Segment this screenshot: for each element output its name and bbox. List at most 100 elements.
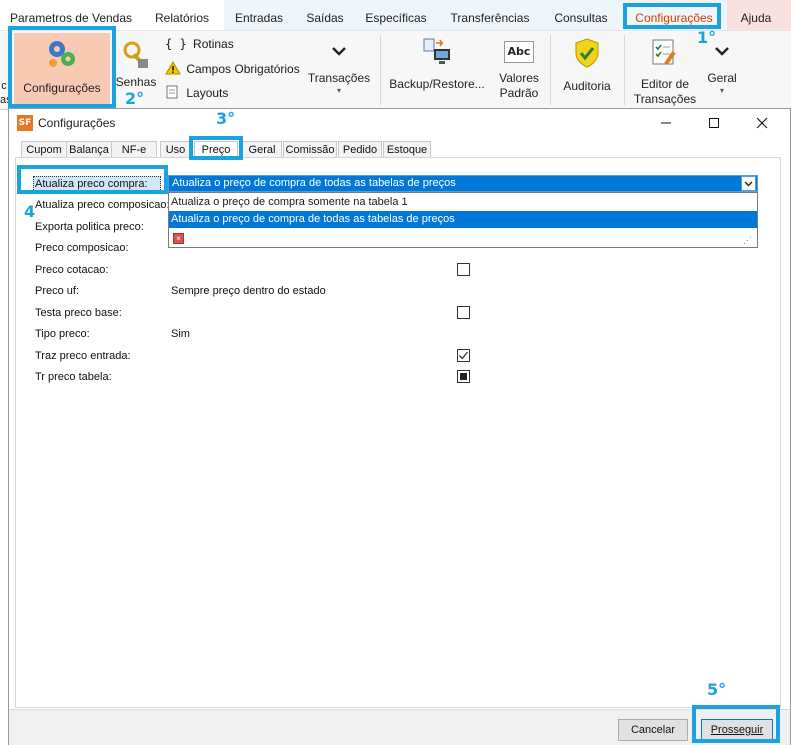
auditoria-button[interactable]: Auditoria [556,37,618,101]
tab-comissao[interactable]: Comissão [283,141,337,158]
field-label: Preco cotacao: [35,264,109,276]
rotinas-button[interactable]: { } Rotinas [165,37,305,54]
close-button[interactable] [752,113,772,133]
layouts-button[interactable]: Layouts [165,85,305,102]
chevron-down-icon [332,47,346,56]
preco-settings-panel: Atualiza preco compra: Atualiza o preço … [15,157,781,708]
step-3-highlight [189,136,243,160]
tab-balanca[interactable]: Balança [66,141,112,158]
senhas-label: Senhas [115,75,157,89]
ribbon-separator [624,35,625,105]
dialog-title: Configurações [38,116,116,130]
small-chevron-down-icon: ▾ [719,86,724,95]
auditoria-label: Auditoria [563,79,611,93]
dialog-footer: Cancelar Prosseguir [9,709,790,745]
field-value[interactable]: Sempre preço dentro do estado [171,285,326,297]
chevron-down-icon [715,47,729,56]
field-label: Exporta politica preco: [35,221,144,233]
document-icon [166,85,178,99]
editor-de-transacoes-button[interactable]: Editor de Transações [630,37,700,107]
ribbon-panel: c as Configurações Senhas { } Rotinas Ca… [0,30,791,110]
select-value: Atualiza o preço de compra de todas as t… [172,177,456,189]
indeterminate-fill [460,373,467,380]
field-label: Preco uf: [35,285,80,297]
atualiza-preco-compra-select[interactable]: Atualiza o preço de compra de todas as t… [168,175,758,192]
testa-preco-base-checkbox[interactable] [457,306,470,319]
chevron-down-icon[interactable] [741,176,756,191]
tab-relatorios[interactable]: Relatórios [146,0,218,30]
field-label: Testa preco base: [35,307,122,319]
preco-cotacao-checkbox[interactable] [457,263,470,276]
edit-document-icon [652,39,676,65]
tab-saidas[interactable]: Saídas [300,0,350,30]
tab-estoque[interactable]: Estoque [383,141,431,158]
transacoes-dropdown[interactable]: Transações ▾ [306,45,372,105]
app-logo-icon: SF [17,115,33,131]
valores-padrao-label: Valores Padrão [499,71,539,100]
maximize-button[interactable] [704,113,724,133]
step-5-highlight [692,705,780,743]
senhas-button[interactable]: Senhas [114,35,158,95]
transacoes-label: Transações [307,71,371,85]
dropdown-option[interactable]: Atualiza o preço de compra de todas as t… [171,213,455,225]
cancel-button[interactable]: Cancelar [618,719,688,741]
tab-pedido[interactable]: Pedido [338,141,382,158]
key-lock-icon [123,41,148,68]
editor-de-transacoes-label: Editor de Transações [633,77,697,106]
step-1-label: 1° [697,28,717,47]
tab-entradas[interactable]: Entradas [226,0,292,30]
checkmark-icon [459,351,469,360]
tab-uso[interactable]: Uso [160,141,191,158]
field-value[interactable]: Sim [171,328,190,340]
minimize-button[interactable] [656,113,676,133]
geral-dropdown[interactable]: Geral ▾ [702,45,742,107]
dropdown-option[interactable]: Atualiza o preço de compra somente na ta… [171,196,408,208]
minimize-icon [661,122,671,124]
tab-nfe[interactable]: NF-e [111,141,157,158]
step-3-label: 3° [216,109,236,128]
close-icon [756,117,768,129]
backup-computer-icon [423,38,450,64]
maximize-icon [709,118,719,128]
layouts-label: Layouts [186,86,229,100]
step-4-highlight [17,165,168,194]
tab-transferencias[interactable]: Transferências [442,0,538,30]
shield-check-icon [575,38,599,68]
field-label: Atualiza preco composicao: [35,199,170,211]
field-label: Tipo preco: [35,328,90,340]
braces-icon: { } [165,37,187,51]
campos-obrigatorios-button[interactable]: Campos Obrigatórios [165,61,305,78]
dialog-title-bar: SF Configurações [9,109,790,137]
field-label: Tr preco tabela: [35,371,112,383]
dropdown-list: Atualiza o preço de compra somente na ta… [168,192,758,248]
valores-padrao-button[interactable]: Abc Valores Padrão [494,37,544,107]
campos-obrigatorios-label: Campos Obrigatórios [186,62,300,76]
tab-especificas[interactable]: Específicas [358,0,434,30]
geral-label: Geral [707,71,737,85]
configuracoes-dialog: SF Configurações Cupom Balança NF-e Uso … [8,108,791,745]
abc-icon: Abc [504,41,534,63]
step-2-highlight [8,26,116,108]
tab-ajuda[interactable]: Ajuda [730,0,782,30]
resize-grip-icon[interactable]: ⋰ [743,235,752,246]
small-chevron-down-icon: ▾ [336,86,341,95]
tr-preco-tabela-checkbox[interactable] [457,370,470,383]
backup-restore-button[interactable]: Backup/Restore... [388,37,486,101]
ribbon-cut-off-label: c as [0,80,12,106]
rotinas-label: Rotinas [193,37,234,51]
ribbon-separator [550,35,551,105]
step-4-label: 4 [24,202,36,221]
step-5-label: 5° [707,680,727,699]
tab-consultas[interactable]: Consultas [544,0,618,30]
step-2-label: 2° [125,89,145,108]
clear-value-icon[interactable]: × [173,233,184,244]
tab-geral[interactable]: Geral [242,141,282,158]
tab-cupom[interactable]: Cupom [21,141,67,158]
field-label: Traz preco entrada: [35,350,131,362]
step-1-highlight [623,3,721,29]
field-label: Preco composicao: [35,242,129,254]
backup-restore-label: Backup/Restore... [389,77,485,91]
warning-icon [165,61,181,75]
ribbon-separator [380,35,381,105]
traz-preco-entrada-checkbox[interactable] [457,349,470,362]
